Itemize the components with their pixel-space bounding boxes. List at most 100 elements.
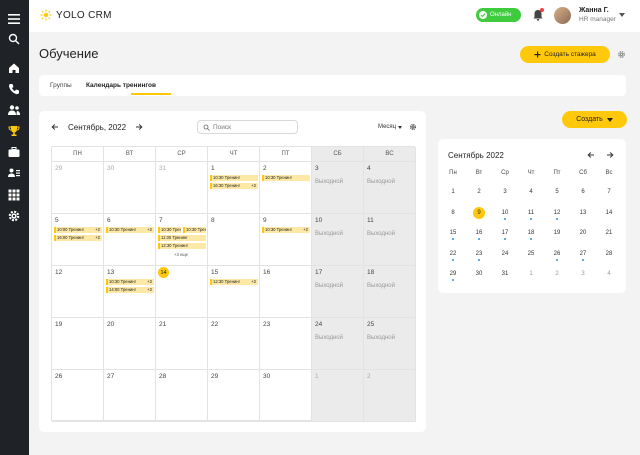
home-icon[interactable] [7, 61, 21, 75]
mini-day[interactable]: 17 [495, 228, 515, 240]
mini-day[interactable]: 25 [521, 249, 541, 261]
training-event[interactable]: 11:30 Тренинг [158, 235, 206, 241]
mini-day[interactable]: 28 [599, 249, 619, 261]
training-event[interactable]: 12:30 Тренинг +2 [210, 279, 258, 285]
mini-day[interactable]: 16 [469, 228, 489, 240]
calendar-day-cell[interactable]: 26 [52, 370, 104, 422]
mini-day-selected[interactable]: 9 [469, 206, 489, 220]
training-event[interactable]: 10:30 Тренинг [262, 175, 310, 181]
calendar-day-cell[interactable]: 22 [208, 318, 260, 370]
mini-day[interactable]: 14 [599, 208, 619, 220]
calendar-day-cell[interactable]: 31 [156, 162, 208, 214]
search-input[interactable] [213, 123, 293, 131]
create-trainee-button[interactable]: Создать стажера [520, 46, 610, 63]
mini-day[interactable]: 3 [573, 269, 593, 281]
calendar-day-cell[interactable]: 10 Выходной [312, 214, 364, 266]
calendar-day-cell[interactable]: 2 10:30 Тренинг [260, 162, 312, 214]
training-event[interactable]: 10:30 Тренинг +2 [106, 279, 154, 285]
briefcase-icon[interactable] [7, 145, 21, 159]
mini-day[interactable]: 19 [547, 228, 567, 240]
calendar-day-cell[interactable]: 11 Выходной [364, 214, 416, 266]
mini-day[interactable]: 26 [547, 249, 567, 261]
training-event[interactable]: 12:30 Тренинг [158, 243, 206, 249]
calendar-day-cell[interactable]: 29 [208, 370, 260, 422]
view-mode-select[interactable]: Месяц [378, 124, 403, 130]
mini-day[interactable]: 23 [469, 249, 489, 261]
calendar-day-cell[interactable]: 23 [260, 318, 312, 370]
avatar[interactable] [554, 7, 571, 24]
training-event[interactable]: 10:30 Тренинг +2 [106, 227, 154, 233]
calendar-day-cell[interactable]: 3 Выходной [312, 162, 364, 214]
calendar-day-cell[interactable]: 1 [312, 370, 364, 422]
mini-day[interactable]: 24 [495, 249, 515, 261]
calendar-search[interactable] [197, 120, 298, 134]
calendar-day-cell[interactable]: 19 [52, 318, 104, 370]
grid-icon[interactable] [7, 188, 21, 202]
training-event[interactable]: 10:30 Тренинг [183, 227, 206, 233]
arrow-right-icon[interactable] [606, 151, 614, 159]
calendar-day-cell[interactable]: 24 Выходной [312, 318, 364, 370]
mini-day[interactable]: 11 [521, 208, 541, 220]
arrow-left-icon[interactable] [587, 151, 595, 159]
mini-day[interactable]: 22 [443, 249, 463, 261]
mini-day[interactable]: 10 [495, 208, 515, 220]
calendar-day-cell[interactable]: 9 10:30 Тренинг +2 [260, 214, 312, 266]
training-event[interactable]: 10:30 Тренинг [158, 227, 181, 233]
calendar-day-cell[interactable]: 17 Выходной [312, 266, 364, 318]
mini-day[interactable]: 15 [443, 228, 463, 240]
tab-groups[interactable]: Группы [50, 82, 72, 89]
mini-day[interactable]: 7 [599, 187, 619, 199]
tab-training-calendar[interactable]: Календарь тренингов [86, 82, 156, 89]
gear-icon[interactable] [409, 123, 417, 131]
training-event[interactable]: 16:00 Тренинг +2 [54, 235, 102, 241]
gear-icon[interactable] [617, 50, 626, 59]
calendar-day-cell[interactable]: 14 [156, 266, 208, 318]
search-icon[interactable] [7, 32, 21, 46]
mini-day[interactable]: 1 [521, 269, 541, 281]
mini-day[interactable]: 20 [573, 228, 593, 240]
calendar-day-cell[interactable]: 12 [52, 266, 104, 318]
training-event[interactable]: 16:30 Тренинг +2 [210, 183, 258, 189]
gear-icon[interactable] [7, 209, 21, 223]
calendar-day-cell[interactable]: 5 10:00 Тренинг +2 16:00 Тренинг +2 [52, 214, 104, 266]
mini-day[interactable]: 27 [573, 249, 593, 261]
calendar-day-cell[interactable]: 30 [260, 370, 312, 422]
calendar-day-cell[interactable]: 18 Выходной [364, 266, 416, 318]
mini-day[interactable]: 29 [443, 269, 463, 281]
create-dropdown-button[interactable]: Создать [562, 111, 627, 128]
calendar-day-cell[interactable]: 16 [260, 266, 312, 318]
user-name[interactable]: Жанна Г. [579, 7, 609, 14]
mini-day[interactable]: 8 [443, 208, 463, 220]
online-status-toggle[interactable]: Онлайн [476, 8, 521, 22]
calendar-day-cell[interactable]: 27 [104, 370, 156, 422]
mini-day[interactable]: 31 [495, 269, 515, 281]
mini-day[interactable]: 6 [573, 187, 593, 199]
training-event[interactable]: 10:30 Тренинг [210, 175, 258, 181]
trophy-icon[interactable] [7, 124, 21, 138]
calendar-day-cell[interactable]: 28 [156, 370, 208, 422]
calendar-day-cell[interactable]: 6 10:30 Тренинг +2 [104, 214, 156, 266]
calendar-day-cell[interactable]: 29 [52, 162, 104, 214]
arrow-left-icon[interactable] [51, 123, 59, 131]
calendar-day-cell[interactable]: 15 12:30 Тренинг +2 [208, 266, 260, 318]
mini-day[interactable]: 30 [469, 269, 489, 281]
mini-day[interactable]: 2 [469, 187, 489, 199]
training-event[interactable]: 10:30 Тренинг +2 [262, 227, 310, 233]
mini-day[interactable]: 3 [495, 187, 515, 199]
mini-day[interactable]: 2 [547, 269, 567, 281]
mini-day[interactable]: 1 [443, 187, 463, 199]
calendar-day-cell[interactable]: 8 [208, 214, 260, 266]
mini-day[interactable]: 5 [547, 187, 567, 199]
calendar-day-cell[interactable]: 1 10:30 Тренинг 16:30 Тренинг +2 [208, 162, 260, 214]
phone-icon[interactable] [7, 82, 21, 96]
users-icon[interactable] [7, 103, 21, 117]
calendar-day-cell[interactable]: 4 Выходной [364, 162, 416, 214]
mini-day[interactable]: 12 [547, 208, 567, 220]
calendar-day-cell[interactable]: 2 [364, 370, 416, 422]
menu-icon[interactable] [7, 12, 21, 26]
chevron-down-icon[interactable] [619, 13, 625, 17]
more-events-link[interactable]: +3 еще [174, 252, 188, 257]
mini-day[interactable]: 21 [599, 228, 619, 240]
mini-day[interactable]: 18 [521, 228, 541, 240]
calendar-day-cell[interactable]: 25 Выходной [364, 318, 416, 370]
